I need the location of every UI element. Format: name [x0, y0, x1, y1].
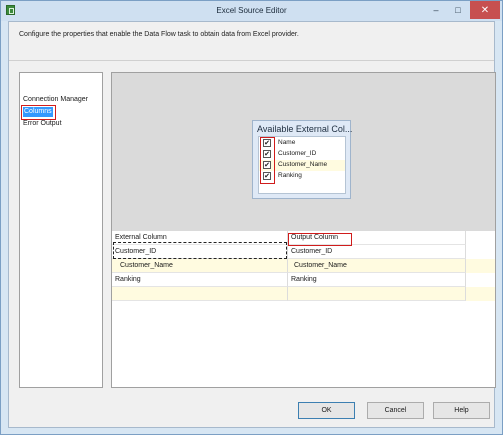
checkboxes-highlight: [260, 137, 275, 184]
output-column-highlight: [288, 233, 352, 246]
focused-cell-outline: [113, 242, 287, 259]
column-design-surface: Available External Col... ✔ Name ✔ Custo…: [112, 73, 495, 232]
table-row[interactable]: Customer_Name Customer_Name: [112, 259, 495, 273]
external-column-cell[interactable]: [112, 287, 288, 301]
nav-item-connection-manager[interactable]: Connection Manager: [23, 95, 88, 105]
dialog-description: Configure the properties that enable the…: [19, 31, 299, 38]
title-bar: Excel Source Editor – □ ✕: [1, 1, 502, 21]
output-column-cell[interactable]: Customer_ID: [288, 245, 466, 259]
external-column-label: Customer_Name: [278, 161, 328, 168]
excel-source-editor-window: Excel Source Editor – □ ✕ Configure the …: [0, 0, 503, 435]
external-column-label: Name: [278, 139, 296, 146]
external-columns-list: ✔ Name ✔ Customer_ID ✔ Customer_Name ✔ R…: [258, 136, 346, 194]
external-column-cell[interactable]: Customer_Name: [112, 259, 288, 273]
columns-page: Available External Col... ✔ Name ✔ Custo…: [111, 72, 496, 388]
output-column-cell[interactable]: Ranking: [288, 273, 466, 287]
external-column-label: Ranking: [278, 172, 302, 179]
ok-button[interactable]: OK: [298, 402, 355, 419]
cancel-button[interactable]: Cancel: [367, 402, 424, 419]
external-column-label: Customer_ID: [278, 150, 317, 157]
column-mapping-grid: External Column Output Column Customer_I…: [112, 231, 495, 387]
output-column-cell[interactable]: Customer_Name: [288, 259, 466, 273]
minimize-button[interactable]: –: [425, 1, 447, 19]
maximize-button[interactable]: □: [447, 1, 469, 19]
page-navigation: Connection Manager Columns Error Output: [19, 72, 103, 388]
dialog-body: Configure the properties that enable the…: [8, 21, 496, 428]
table-row[interactable]: Ranking Ranking: [112, 273, 495, 287]
columns-highlight: [21, 105, 56, 120]
help-button[interactable]: Help: [433, 402, 490, 419]
header-separator: [9, 60, 494, 61]
nav-item-error-output[interactable]: Error Output: [23, 119, 62, 129]
table-row[interactable]: [112, 287, 495, 301]
available-external-columns-box: Available External Col... ✔ Name ✔ Custo…: [252, 120, 353, 199]
external-column-cell[interactable]: Ranking: [112, 273, 288, 287]
close-button[interactable]: ✕: [470, 1, 500, 19]
output-column-cell[interactable]: [288, 287, 466, 301]
available-external-columns-title: Available External Col...: [257, 124, 353, 134]
